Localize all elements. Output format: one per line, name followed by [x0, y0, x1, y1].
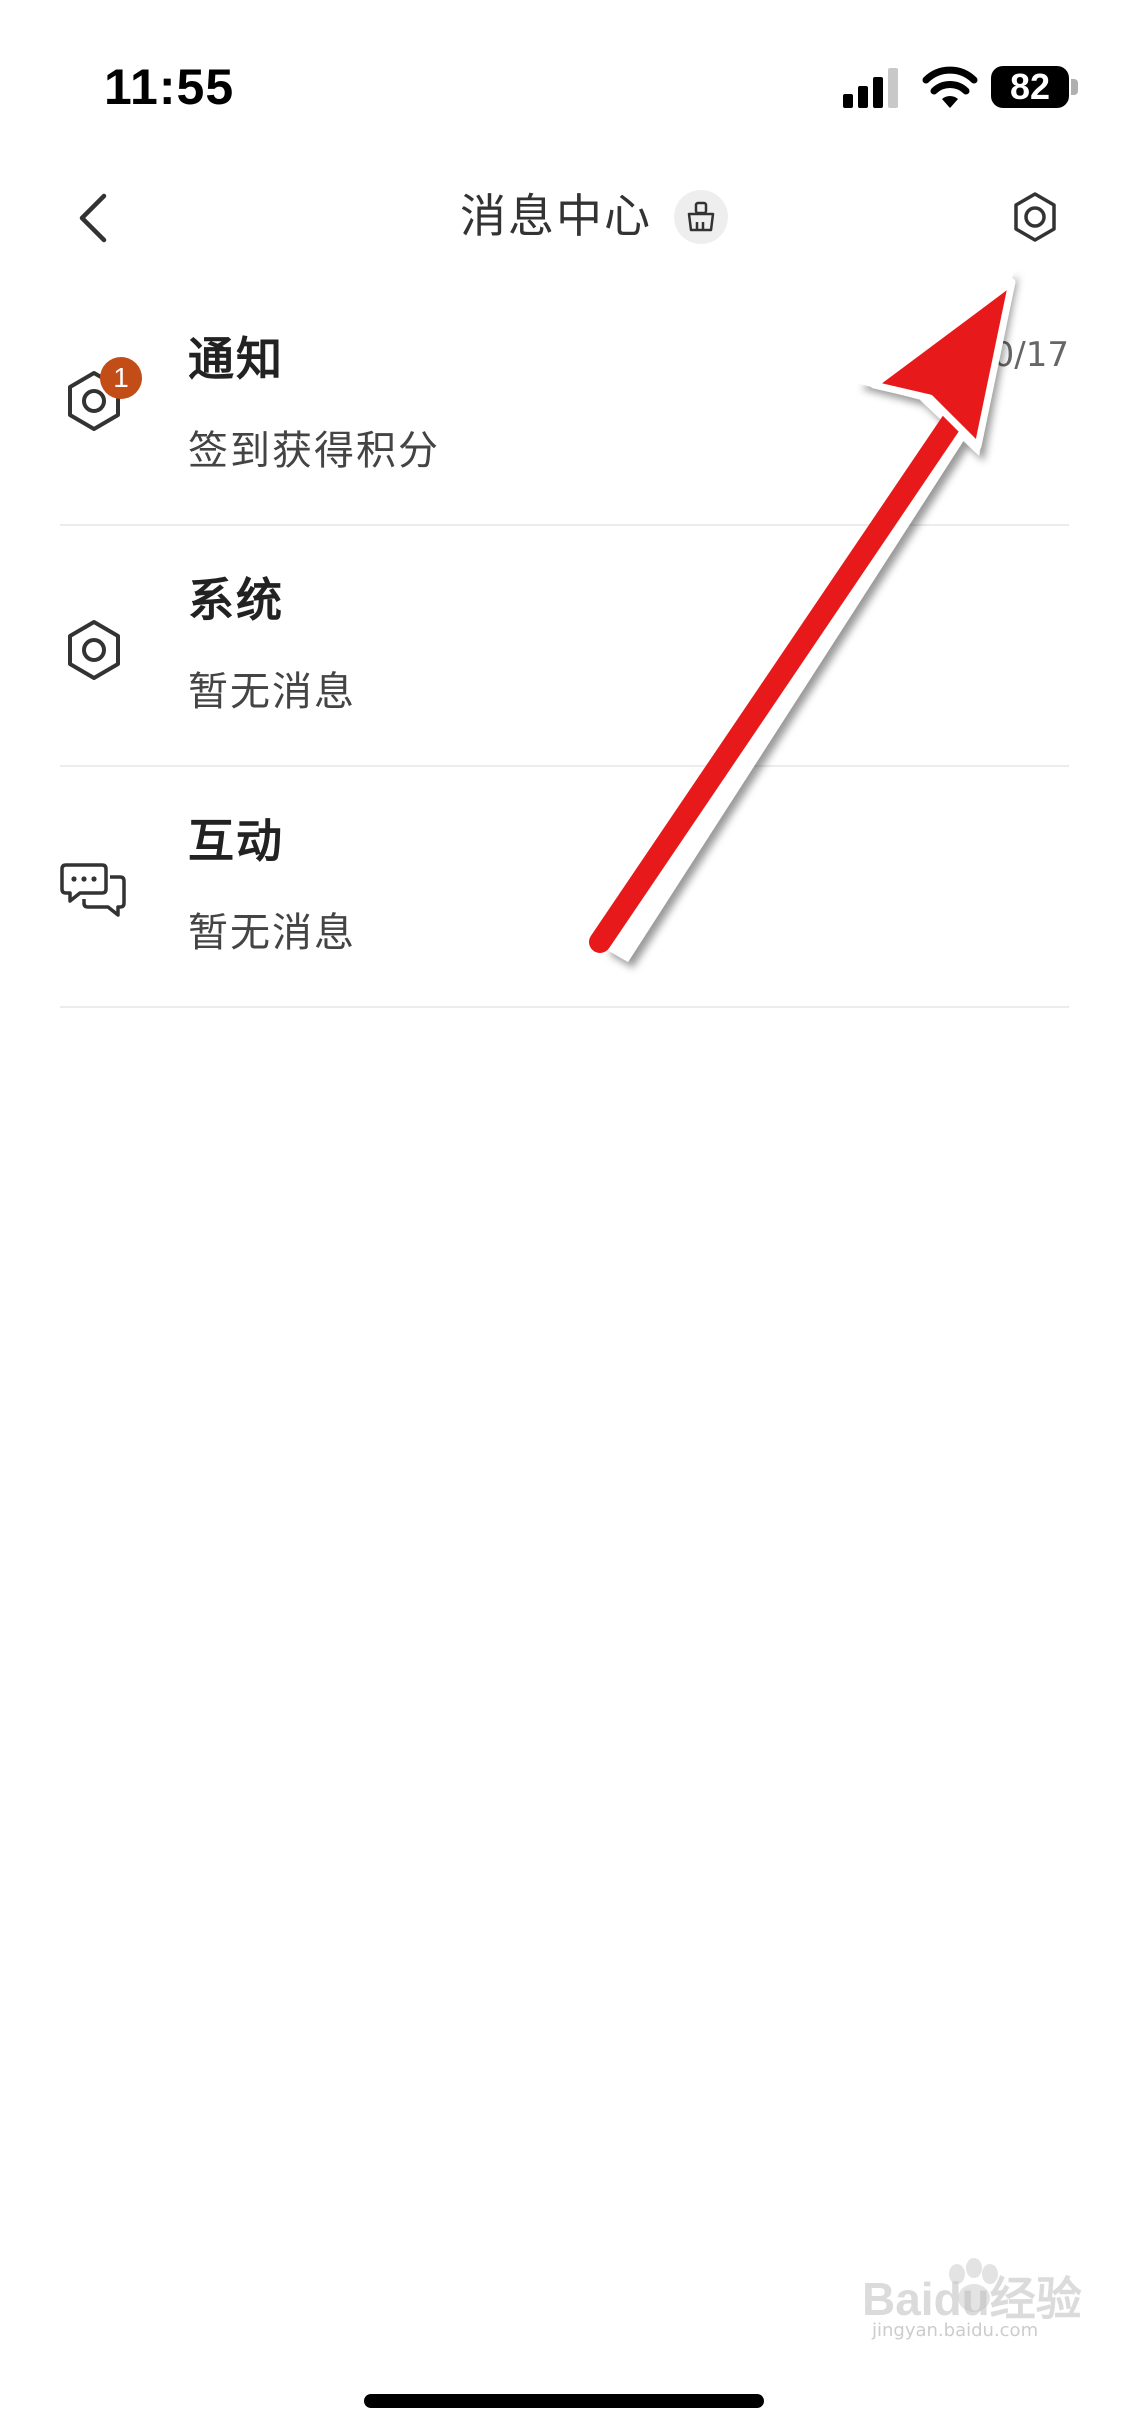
message-subtitle: 签到获得积分	[188, 428, 440, 474]
message-title: 通知	[188, 332, 284, 386]
wifi-icon	[922, 66, 978, 108]
message-title: 系统	[188, 573, 284, 627]
message-item-notice[interactable]: 1 通知 签到获得积分 10/17	[0, 285, 1125, 526]
page-title: 消息中心	[460, 189, 652, 243]
message-title: 互动	[188, 814, 284, 868]
message-list: 1 通知 签到获得积分 10/17 系统 暂无消息 互动 暂无消息	[0, 285, 1125, 1008]
chevron-left-icon[interactable]	[70, 190, 118, 246]
battery-cap	[1071, 79, 1078, 95]
chat-bubbles-icon	[60, 863, 126, 917]
broom-clean-icon	[687, 201, 715, 232]
message-subtitle: 暂无消息	[188, 910, 356, 956]
message-subtitle: 暂无消息	[188, 669, 356, 715]
cellular-signal-icon	[843, 68, 898, 108]
gear-icon	[68, 620, 120, 680]
home-indicator[interactable]	[364, 2394, 764, 2408]
message-item-interaction[interactable]: 互动 暂无消息	[0, 767, 1125, 1008]
message-item-system[interactable]: 系统 暂无消息	[0, 526, 1125, 767]
clean-button[interactable]	[674, 190, 728, 244]
battery-level: 82	[1009, 66, 1051, 107]
gear-settings-icon[interactable]	[1004, 186, 1066, 248]
message-date: 10/17	[971, 335, 1069, 375]
unread-badge: 1	[100, 357, 142, 399]
status-time: 11:55	[104, 59, 235, 115]
divider	[60, 1006, 1069, 1008]
watermark-domain: jingyan.baidu.com	[872, 2320, 1039, 2341]
battery-icon: 82	[991, 66, 1069, 108]
